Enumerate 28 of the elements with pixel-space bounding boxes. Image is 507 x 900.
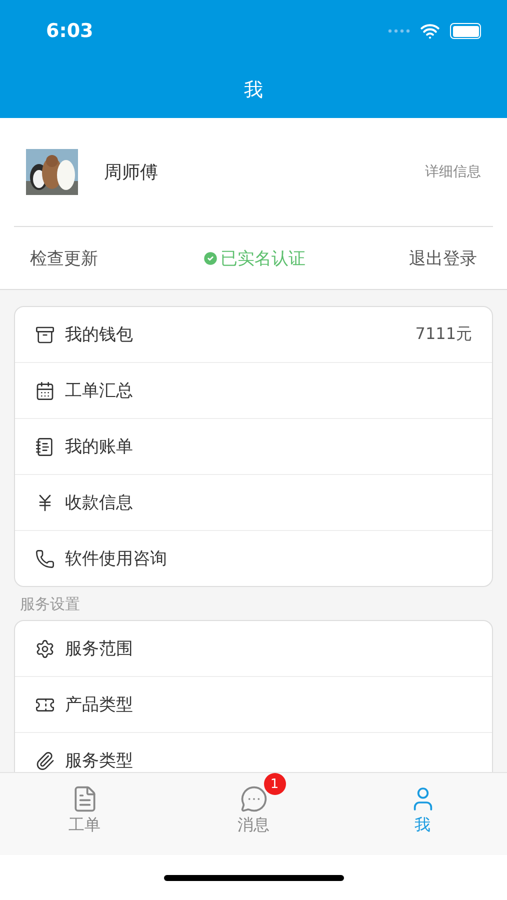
balance-value: 7111元 [415, 324, 472, 345]
action-link[interactable]: 检查更新 [30, 246, 98, 270]
page-title: 我 [244, 78, 263, 103]
menu-item[interactable]: 我的账单 [15, 418, 492, 474]
menu-item[interactable]: 产品类型 [15, 676, 492, 732]
unread-badge: 1 [264, 773, 286, 795]
verified-label: 已实名认证 [202, 246, 306, 270]
menu-item[interactable]: 服务范围 [15, 621, 492, 676]
action-link[interactable]: 退出登录 [409, 246, 477, 270]
chat-icon [240, 785, 268, 813]
menu-item[interactable]: 软件使用咨询 [15, 530, 492, 586]
user-name: 周师傅 [104, 161, 159, 184]
settings-icon [35, 638, 55, 658]
tab[interactable]: 1 消息 [169, 773, 338, 855]
phone-icon [35, 548, 55, 568]
menu-item[interactable]: 我的钱包 7111元 [15, 307, 492, 362]
signal-icon [388, 29, 410, 33]
section-title: 服务设置 [19, 594, 81, 615]
details-link[interactable]: 详细信息 [425, 163, 481, 181]
battery-icon [450, 23, 481, 39]
wifi-icon [420, 21, 440, 41]
check-icon [202, 250, 218, 266]
calendar-icon [35, 380, 55, 400]
notepad-icon [35, 436, 55, 456]
status-time: 6:03 [46, 20, 94, 42]
menu-item[interactable]: 工单汇总 [15, 362, 492, 418]
menu-item[interactable]: 收款信息 [15, 474, 492, 530]
paperclip-icon [35, 750, 55, 770]
